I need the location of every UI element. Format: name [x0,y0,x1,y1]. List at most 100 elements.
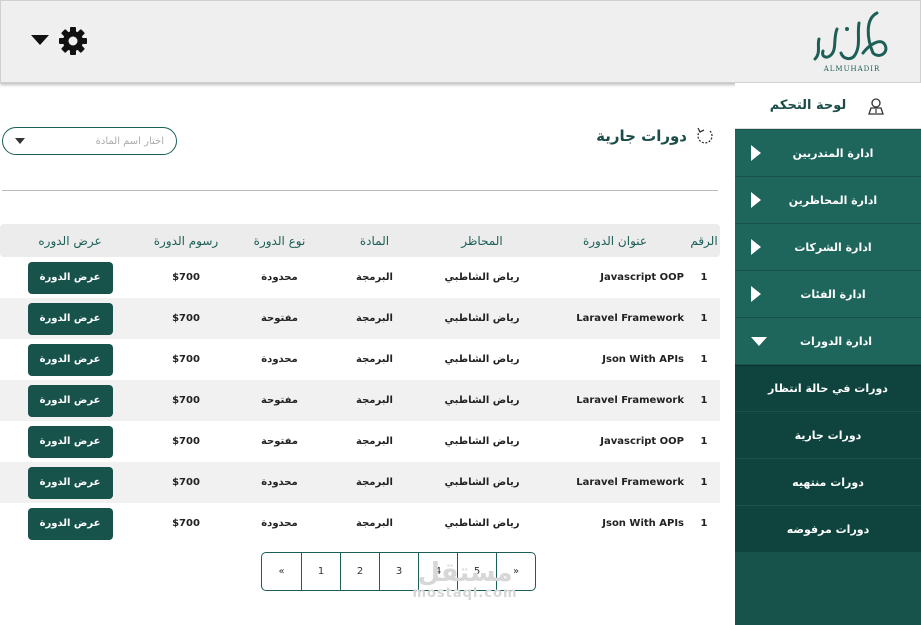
cell-fee: $700 [172,313,200,324]
pagination-page[interactable]: 4 [418,553,457,590]
sidebar-item-label: ادارة المحاظرين [788,193,878,207]
pagination-page[interactable]: 3 [379,553,418,590]
table-row: 1 Laravel Framework رياض الشاطبي البرمجة… [0,298,720,339]
cell-num: 1 [700,354,708,365]
view-course-button[interactable]: عرض الدورة [27,507,113,540]
cell-fee: $700 [172,477,200,488]
cell-lecturer: رياض الشاطبي [444,313,520,324]
divider [2,190,718,191]
gear-icon[interactable] [57,25,89,57]
sidebar-item-lecturers[interactable]: ادارة المحاظرين [735,177,921,223]
cell-lecturer: رياض الشاطبي [444,436,520,447]
table-row: 1 Javascript OOP رياض الشاطبي البرمجة مح… [0,257,720,298]
cell-title: Laravel Framework [576,395,684,406]
table-header: الرقم عنوان الدورة المحاظر المادة نوع ال… [0,224,720,257]
cell-action: عرض الدورة [0,384,140,417]
sidebar-subitem-finished[interactable]: دورات منتهيه [735,459,921,505]
chevron-right-icon [751,286,761,302]
cell-fee: $700 [172,354,200,365]
table-row: 1 Json With APIs رياض الشاطبي البرمجة مح… [0,339,720,380]
cell-fee: $700 [172,272,200,283]
sidebar: لوحة التحكم ادارة المتدربين ادارة المحاظ… [735,83,921,625]
cell-action: عرض الدورة [0,302,140,335]
header-num: الرقم [690,233,718,248]
cell-title: Javascript OOP [600,436,684,447]
sidebar-subitem-label: دورات في حالة انتظار [768,382,888,395]
cell-action: عرض الدورة [0,343,140,376]
sidebar-item-companies[interactable]: ادارة الشركات [735,224,921,270]
logo-mark [813,11,888,61]
sidebar-item-courses[interactable]: ادارة الدورات [735,318,921,364]
sidebar-title: لوحة التحكم [769,98,847,113]
sidebar-subitem-label: دورات منتهيه [792,475,864,489]
view-course-button[interactable]: عرض الدورة [27,384,113,417]
cell-fee: $700 [172,518,200,529]
cell-type: مفتوحة [260,436,298,447]
cell-action: عرض الدورة [0,425,140,458]
pagination-first[interactable]: « [262,553,301,590]
pagination-page[interactable]: 2 [340,553,379,590]
cell-title: Json With APIs [602,518,684,529]
sidebar-item-label: ادارة المتدربين [792,146,874,160]
cell-title: Laravel Framework [576,477,684,488]
cell-type: محدودة [261,518,298,529]
header-fee: رسوم الدورة [153,233,219,248]
cell-subject: البرمجة [356,395,393,406]
sidebar-subitem-label: دورات جارية [794,428,862,442]
cell-num: 1 [700,518,708,529]
cell-type: مفتوحة [260,313,298,324]
cell-lecturer: رياض الشاطبي [444,518,520,529]
cell-subject: البرمجة [356,313,393,324]
cell-subject: البرمجة [356,354,393,365]
table-row: 1 Javascript OOP رياض الشاطبي البرمجة مف… [0,421,720,462]
table-row: 1 Laravel Framework رياض الشاطبي البرمجة… [0,380,720,421]
pagination-last[interactable]: » [496,553,535,590]
sidebar-subitem-running[interactable]: دورات جارية [735,412,921,458]
sidebar-item-label: ادارة الشركات [794,240,872,254]
cell-num: 1 [700,436,708,447]
logo[interactable]: ALMUHADIR [802,9,902,75]
cell-num: 1 [700,313,708,324]
cell-type: محدودة [261,477,298,488]
cell-lecturer: رياض الشاطبي [444,272,520,283]
page-title: دورات جارية [596,127,687,145]
caret-down-icon[interactable] [31,35,49,45]
cell-action: عرض الدورة [0,261,140,294]
top-bar: ALMUHADIR [0,0,921,83]
refresh-icon[interactable] [695,126,715,146]
sidebar-header[interactable]: لوحة التحكم [735,83,921,129]
cell-num: 1 [700,272,708,283]
cell-subject: البرمجة [356,272,393,283]
courses-table: الرقم عنوان الدورة المحاظر المادة نوع ال… [0,224,720,544]
cell-num: 1 [700,395,708,406]
header-type: نوع الدورة [253,233,306,248]
subject-select-placeholder: اختار اسم المادة [95,135,164,147]
dropdown-arrow-icon [15,138,25,144]
view-course-button[interactable]: عرض الدورة [27,302,113,335]
chevron-right-icon [751,145,761,161]
view-course-button[interactable]: عرض الدورة [27,425,113,458]
cell-type: مفتوحة [260,395,298,406]
sidebar-item-categories[interactable]: ادارة الفئات [735,271,921,317]
sidebar-item-trainees[interactable]: ادارة المتدربين [735,130,921,176]
view-course-button[interactable]: عرض الدورة [27,261,113,294]
table-row: 1 Laravel Framework رياض الشاطبي البرمجة… [0,462,720,503]
cell-type: محدودة [261,272,298,283]
table-row: 1 Json With APIs رياض الشاطبي البرمجة مح… [0,503,720,544]
cell-action: عرض الدورة [0,466,140,499]
subject-select[interactable]: اختار اسم المادة [2,127,177,155]
header-action: عرض الدوره [38,233,102,248]
sidebar-item-label: ادارة الدورات [799,334,873,348]
pagination-page[interactable]: 1 [301,553,340,590]
page-title-area: دورات جارية [596,126,715,146]
sidebar-item-label: ادارة الفئات [800,287,866,301]
pagination-page[interactable]: 5 [457,553,496,590]
view-course-button[interactable]: عرض الدورة [27,343,113,376]
sidebar-subitem-pending[interactable]: دورات في حالة انتظار [735,365,921,411]
cell-subject: البرمجة [356,436,393,447]
view-course-button[interactable]: عرض الدورة [27,466,113,499]
cell-lecturer: رياض الشاطبي [444,477,520,488]
user-badge-icon [868,97,885,115]
sidebar-subitem-rejected[interactable]: دورات مرفوضه [735,506,921,552]
chevron-right-icon [751,192,761,208]
